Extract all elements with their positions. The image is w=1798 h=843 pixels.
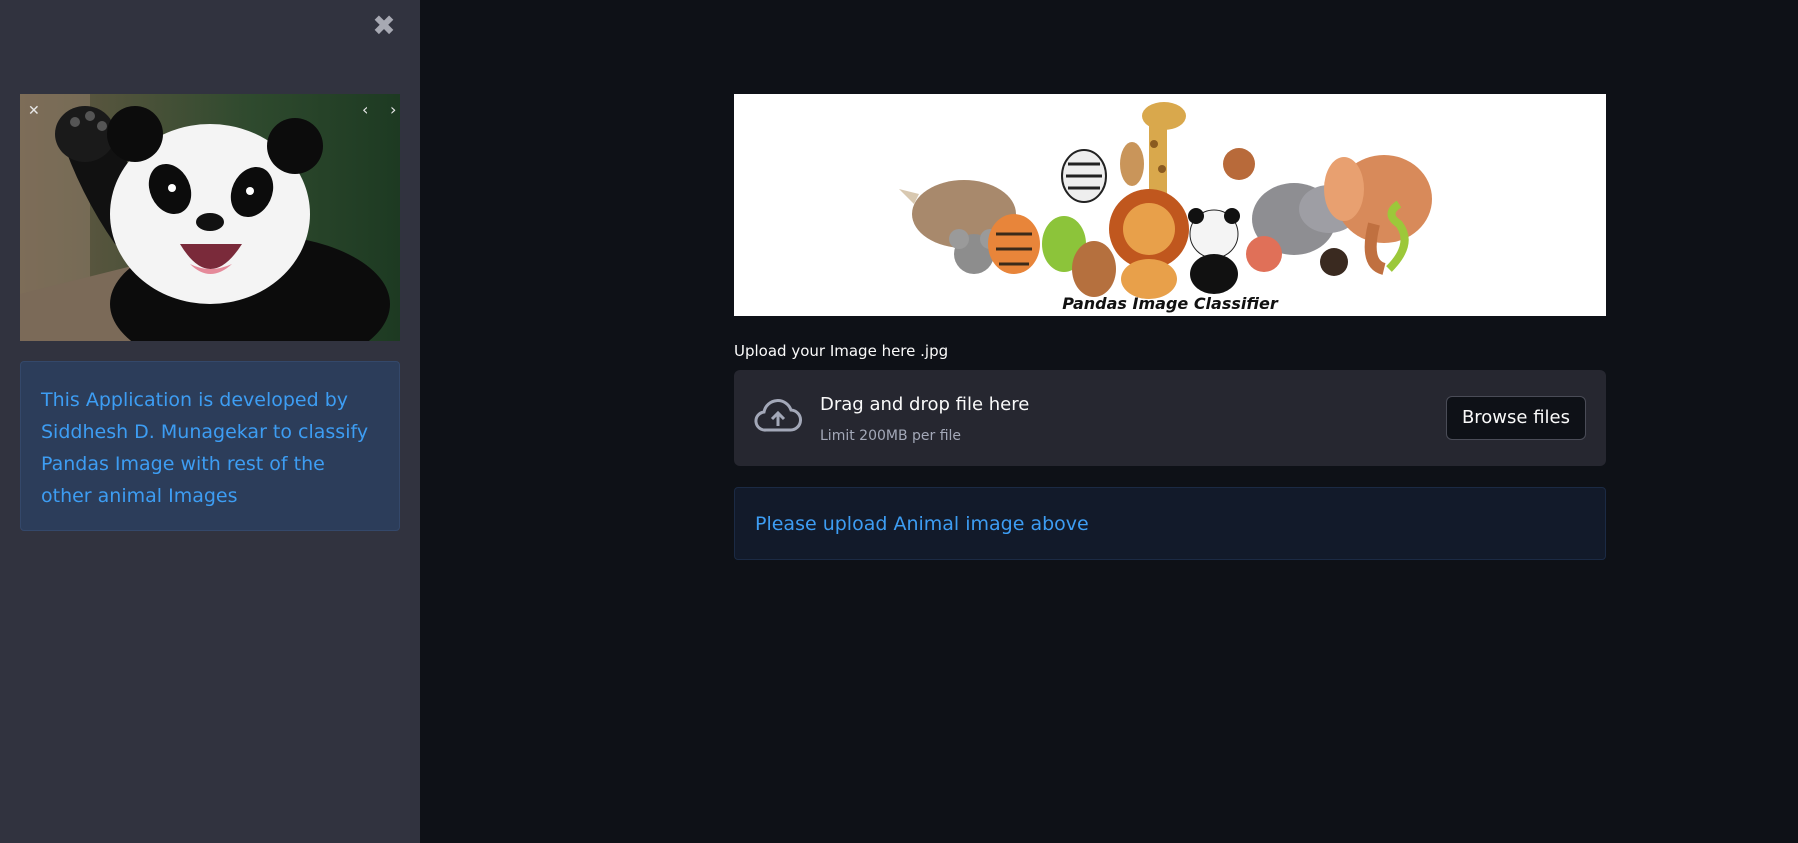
app-root: ✖ ✕ ‹ › This Application is developed by… bbox=[0, 0, 1798, 843]
main-content: Pandas Image Classifier Upload your Imag… bbox=[734, 94, 1606, 560]
developer-info-box: This Application is developed by Siddhes… bbox=[20, 361, 400, 531]
developer-info-text: This Application is developed by Siddhes… bbox=[41, 389, 369, 507]
banner-image: Pandas Image Classifier bbox=[734, 94, 1606, 316]
sidebar: ✖ ✕ ‹ › This Application is developed by… bbox=[0, 0, 420, 843]
image-prev-icon[interactable]: ‹ bbox=[362, 102, 368, 118]
dropzone-title: Drag and drop file here bbox=[820, 394, 1030, 415]
image-next-icon[interactable]: › bbox=[390, 102, 396, 118]
upload-info-message: Please upload Animal image above bbox=[755, 512, 1089, 535]
upload-info-alert: Please upload Animal image above bbox=[734, 487, 1606, 560]
upload-label: Upload your Image here .jpg bbox=[734, 342, 949, 360]
browse-files-button[interactable]: Browse files bbox=[1445, 396, 1586, 440]
file-dropzone[interactable]: Drag and drop file here Limit 200MB per … bbox=[734, 370, 1606, 466]
animal-group-illustration bbox=[899, 102, 1432, 299]
banner-title: Pandas Image Classifier bbox=[1062, 294, 1278, 313]
image-close-icon[interactable]: ✕ bbox=[28, 104, 40, 118]
panda-image: ✕ ‹ › bbox=[20, 94, 400, 341]
sidebar-close-icon[interactable]: ✖ bbox=[370, 12, 398, 40]
cloud-upload-icon bbox=[754, 399, 802, 432]
dropzone-limit: Limit 200MB per file bbox=[820, 428, 962, 444]
